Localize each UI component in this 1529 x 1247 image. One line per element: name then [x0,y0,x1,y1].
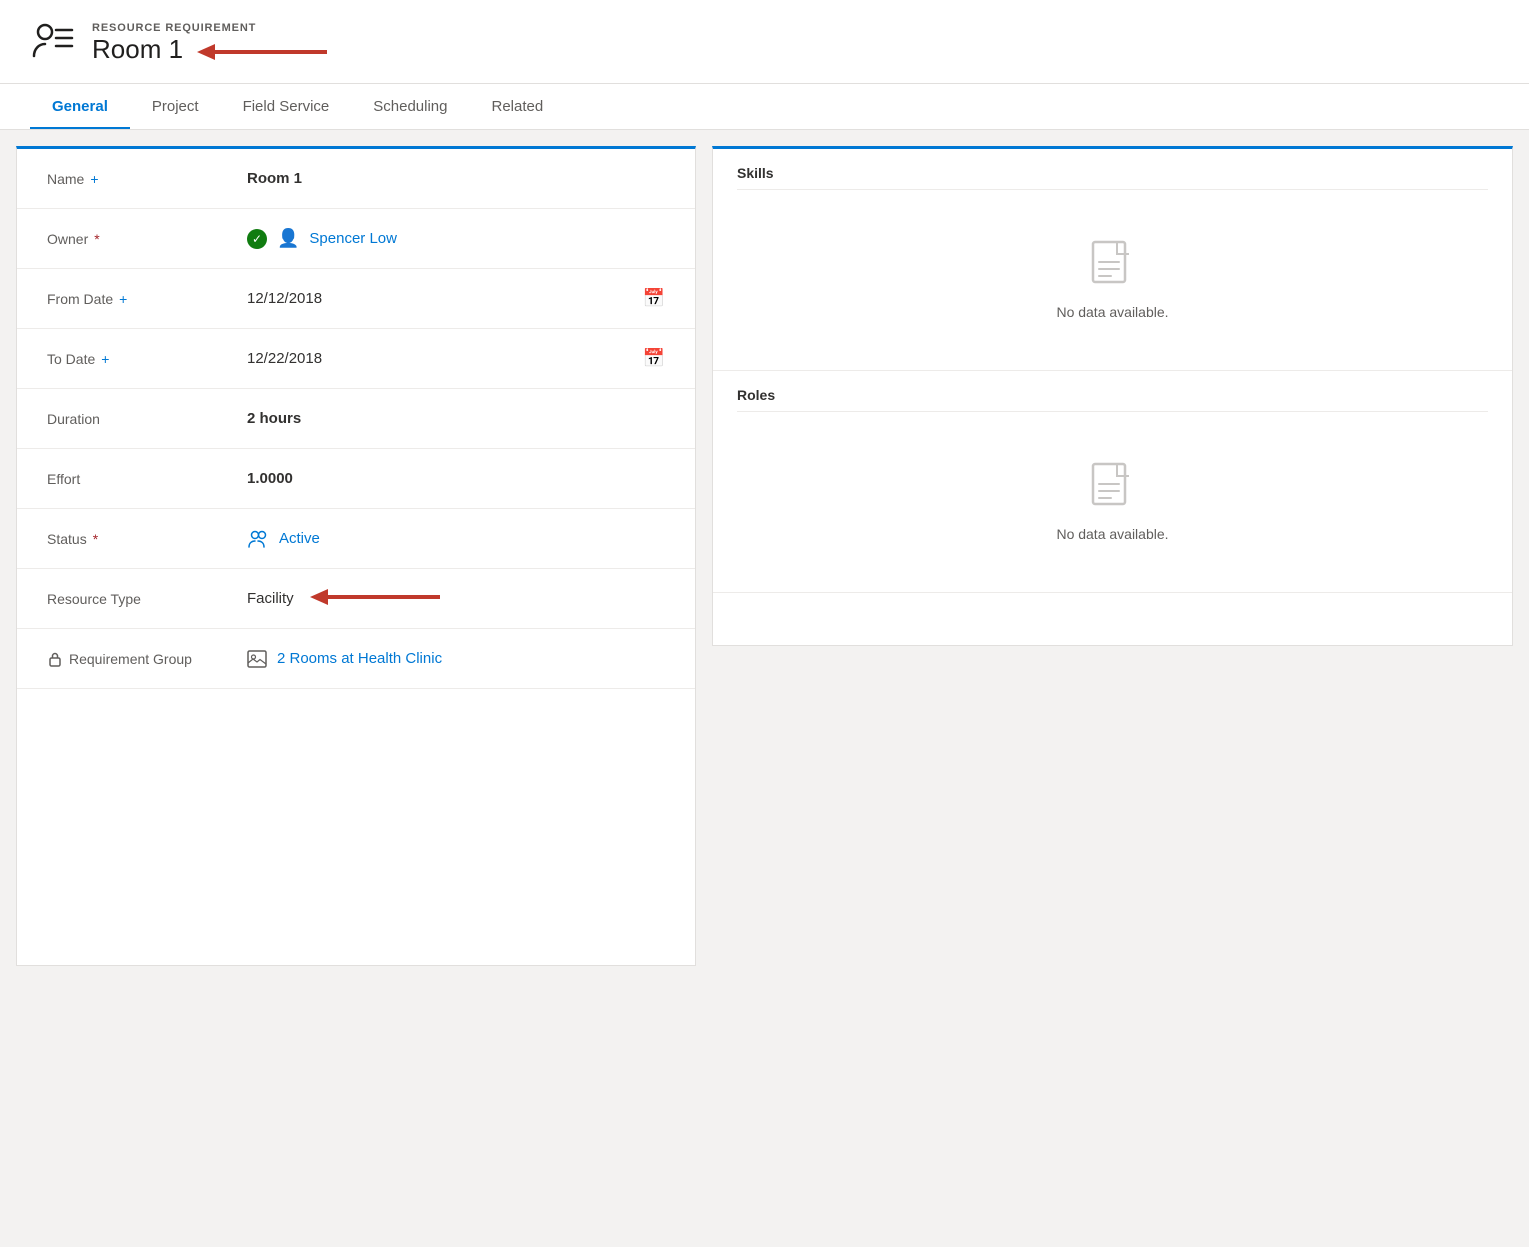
from-date-value[interactable]: 12/12/2018 📅 [247,288,665,309]
status-value[interactable]: Active [247,528,665,550]
roles-section: Roles No data available. [713,371,1512,593]
lock-icon [47,651,63,667]
skills-section: Skills No data available. [713,149,1512,371]
req-group-field-row: Requirement Group 2 Rooms at Health Clin… [17,629,695,689]
skills-no-data-area: No data available. [737,200,1488,360]
from-date-field-row: From Date + 12/12/2018 📅 [17,269,695,329]
header-text-block: RESOURCE REQUIREMENT Room 1 [92,22,327,65]
resource-type-arrow-annotation [310,586,440,612]
req-group-value[interactable]: 2 Rooms at Health Clinic [247,650,665,668]
main-form-panel: Name + Room 1 Owner * ✓ 👤 Spencer Low Fr… [16,146,696,966]
resource-type-value[interactable]: Facility [247,586,665,612]
to-date-required-indicator: + [101,351,109,367]
owner-label: Owner * [47,231,247,247]
name-required-indicator: + [90,171,98,187]
tabs-bar: General Project Field Service Scheduling… [0,84,1529,130]
from-date-calendar-icon[interactable]: 📅 [643,288,665,309]
skills-no-data-text: No data available. [1056,304,1168,320]
owner-status-check: ✓ [247,229,267,249]
tab-scheduling[interactable]: Scheduling [351,84,469,129]
skills-title: Skills [737,165,1488,190]
resource-type-label: Resource Type [47,591,247,607]
from-date-required-indicator: + [119,291,127,307]
status-field-row: Status * Active [17,509,695,569]
status-label: Status * [47,531,247,547]
from-date-label: From Date + [47,291,247,307]
status-required-indicator: * [93,531,98,547]
duration-label: Duration [47,411,247,427]
record-type-label: RESOURCE REQUIREMENT [92,22,327,34]
title-arrow-annotation [197,39,327,61]
to-date-field-row: To Date + 12/22/2018 📅 [17,329,695,389]
effort-field-row: Effort 1.0000 [17,449,695,509]
tab-general[interactable]: General [30,84,130,129]
owner-field-row: Owner * ✓ 👤 Spencer Low [17,209,695,269]
page-title: Room 1 [92,34,183,65]
effort-label: Effort [47,471,247,487]
empty-row [17,689,695,739]
right-side-panel: Skills No data available. Roles [712,146,1513,646]
page-header: RESOURCE REQUIREMENT Room 1 [0,0,1529,84]
tab-field-service[interactable]: Field Service [221,84,352,129]
owner-required-indicator: * [94,231,99,247]
duration-field-row: Duration 2 hours [17,389,695,449]
req-group-icon [247,650,267,668]
roles-no-data-area: No data available. [737,422,1488,582]
to-date-value[interactable]: 12/22/2018 📅 [247,348,665,369]
duration-value[interactable]: 2 hours [247,410,665,427]
name-label: Name + [47,171,247,187]
content-area: Name + Room 1 Owner * ✓ 👤 Spencer Low Fr… [0,130,1529,982]
record-title-row: Room 1 [92,34,327,65]
person-icon: 👤 [277,228,299,249]
status-group-icon [247,528,269,550]
effort-value[interactable]: 1.0000 [247,470,665,487]
roles-title: Roles [737,387,1488,412]
resource-type-field-row: Resource Type Facility [17,569,695,629]
name-field-row: Name + Room 1 [17,149,695,209]
to-date-calendar-icon[interactable]: 📅 [643,348,665,369]
tab-project[interactable]: Project [130,84,221,129]
to-date-label: To Date + [47,351,247,367]
roles-no-data-text: No data available. [1056,526,1168,542]
tab-related[interactable]: Related [470,84,566,129]
name-value[interactable]: Room 1 [247,170,665,187]
owner-value[interactable]: ✓ 👤 Spencer Low [247,228,665,249]
roles-empty-doc-icon [1089,462,1137,518]
resource-requirement-icon [30,18,74,69]
skills-empty-doc-icon [1089,240,1137,296]
req-group-label: Requirement Group [47,651,247,667]
